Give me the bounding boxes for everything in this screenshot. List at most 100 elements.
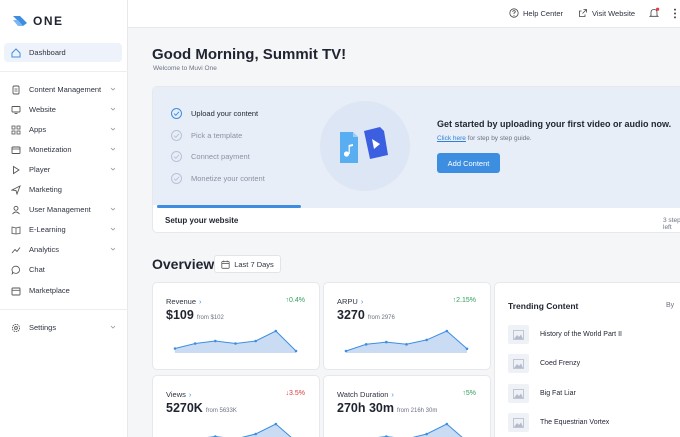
sidebar-item-label: Settings <box>29 323 57 332</box>
book-icon <box>10 224 22 236</box>
metric-sparkline <box>344 329 469 353</box>
user-icon <box>10 204 22 216</box>
apps-grid-icon <box>10 124 22 136</box>
onboarding-step-label: Connect payment <box>191 152 250 161</box>
help-icon <box>509 8 519 18</box>
sidebar-item-player[interactable]: Player <box>4 160 122 179</box>
gear-icon <box>10 322 22 334</box>
sidebar-item-website[interactable]: Website <box>4 100 122 119</box>
sidebar-item-label: Analytics <box>29 245 60 254</box>
more-vertical-icon <box>674 8 676 19</box>
metric-sparkline <box>378 422 463 437</box>
metric-card-watch-duration[interactable]: Watch Duration › ↑5% 270h 30m from 216h 30… <box>323 375 491 437</box>
sidebar-item-marketing[interactable]: Marketing <box>4 180 122 199</box>
sparkline-point <box>364 343 368 346</box>
sidebar-item-chat[interactable]: Chat <box>4 260 122 279</box>
trending-item-title: Coed Frenzy <box>540 360 581 367</box>
onboarding-guide-text: Click here for step by step guide. <box>437 135 532 142</box>
monitor-icon <box>10 104 22 116</box>
onboarding-headline: Get started by uploading your first vide… <box>437 119 672 129</box>
help-center-link[interactable]: Help Center <box>509 8 563 18</box>
metric-card-arpu[interactable]: ARPU › ↑2.15% 3270 from 2976 <box>323 282 491 370</box>
trending-item[interactable]: Coed Frenzy <box>508 354 580 373</box>
sidebar-item-label: Marketing <box>29 185 62 194</box>
sidebar-item-user-management[interactable]: User Management <box>4 200 122 219</box>
metric-label[interactable]: ARPU › <box>337 297 363 306</box>
trending-item-title: Big Fat Liar <box>540 390 576 397</box>
trending-item[interactable]: Big Fat Liar <box>508 384 576 403</box>
chevron-down-icon <box>110 207 116 211</box>
trending-item[interactable]: The Equestrian Vortex <box>508 413 609 432</box>
visit-website-label: Visit Website <box>592 8 636 18</box>
sidebar-divider <box>0 309 128 310</box>
chevron-down-icon <box>110 227 116 231</box>
metric-previous: from 216h 30m <box>396 408 438 414</box>
chevron-down-icon <box>110 107 116 111</box>
sidebar-item-apps[interactable]: Apps <box>4 120 122 139</box>
brand-logo[interactable]: ONE <box>12 14 64 28</box>
onboarding-step-label: Pick a template <box>191 131 243 140</box>
add-content-button[interactable]: Add Content <box>437 153 500 173</box>
onboarding-step[interactable]: Upload your content <box>171 108 258 119</box>
sidebar-item-monetization[interactable]: Monetization <box>4 140 122 159</box>
metric-card-views[interactable]: Views › ↓3.5% 5270K from 5633K <box>152 375 320 437</box>
visit-website-link[interactable]: Visit Website <box>578 8 635 18</box>
logo-icon <box>13 16 27 26</box>
sparkline-point <box>425 432 428 436</box>
sparkline-point <box>173 347 177 350</box>
notifications-button[interactable] <box>648 7 660 19</box>
page-subtitle: Welcome to Muvi One <box>153 65 217 72</box>
trending-item-title: The Equestrian Vortex <box>540 419 610 426</box>
metric-label[interactable]: Watch Duration › <box>337 390 394 399</box>
metric-card-revenue[interactable]: Revenue › ↑0.4% $109 from $102 <box>152 282 320 370</box>
sparkline-point <box>425 338 428 342</box>
sidebar-item-content-management[interactable]: Content Management <box>4 80 122 99</box>
onboarding-card: Upload your content Pick a template Conn… <box>152 86 680 233</box>
metric-sparkline <box>207 422 292 437</box>
chevron-down-icon <box>110 325 116 329</box>
sidebar-item-e-learning[interactable]: E-Learning <box>4 220 122 239</box>
sidebar-item-label: Dashboard <box>29 48 66 57</box>
onboarding-step[interactable]: Connect payment <box>171 151 250 162</box>
setup-steps-left: 3 steps left <box>663 217 680 231</box>
page-title: Good Morning, Summit TV! <box>152 46 347 63</box>
guide-link[interactable]: Click here <box>437 135 466 142</box>
metric-value: 5270K from 5633K <box>166 401 237 415</box>
external-link-icon <box>579 9 587 17</box>
metric-value: $109 from $102 <box>166 308 224 322</box>
check-icon <box>171 151 182 162</box>
onboarding-step[interactable]: Pick a template <box>171 130 242 141</box>
trending-item-title: History of the World Part II <box>540 331 622 338</box>
sidebar-item-marketplace[interactable]: Marketplace <box>4 281 122 300</box>
onboarding-step-label: Monetize your content <box>191 174 265 183</box>
sidebar-item-settings[interactable]: Settings <box>4 318 122 337</box>
sidebar-divider <box>0 71 128 72</box>
sparkline-point <box>234 342 237 345</box>
sparkline-point <box>294 349 298 353</box>
chevron-right-icon: › <box>360 297 364 306</box>
metric-sparkline <box>173 329 298 353</box>
date-range-select[interactable]: Last 7 Days <box>214 255 281 273</box>
sidebar-item-analytics[interactable]: Analytics <box>4 240 122 259</box>
chevron-down-icon <box>110 87 116 91</box>
sparkline-point <box>445 329 449 333</box>
trending-title: Trending Content <box>508 301 579 311</box>
sparkline-point <box>445 422 449 426</box>
sparkline-point <box>193 342 197 345</box>
sparkline-point <box>344 349 348 353</box>
trending-sort-select[interactable]: By <box>666 302 674 309</box>
trending-item[interactable]: History of the World Part II <box>508 325 622 344</box>
metric-label[interactable]: Revenue › <box>166 297 202 306</box>
overview-title: Overview <box>152 256 215 272</box>
brand-name: ONE <box>33 14 64 28</box>
sparkline-point <box>214 339 217 343</box>
more-menu-button[interactable] <box>673 8 677 19</box>
metric-label[interactable]: Views › <box>166 390 191 399</box>
metric-change: ↑2.15% <box>452 297 476 304</box>
sparkline-area <box>346 331 467 353</box>
top-bar: Help Center Visit Website <box>128 0 680 28</box>
onboarding-step[interactable]: Monetize your content <box>171 173 265 184</box>
chevron-down-icon <box>110 247 116 251</box>
sidebar-item-dashboard[interactable]: Dashboard <box>4 43 122 62</box>
calendar-icon <box>221 260 230 269</box>
